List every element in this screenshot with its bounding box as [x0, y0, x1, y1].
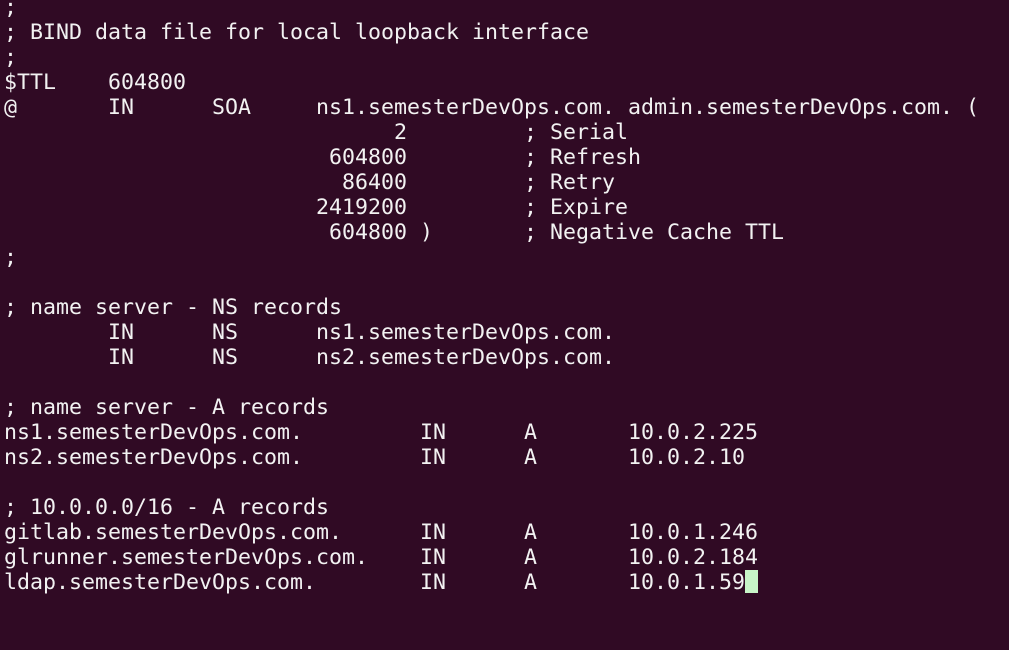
soa-record-line: @ IN SOA ns1.semesterDevOps.com. admin.s… — [4, 95, 980, 120]
section-comment-ns-records: ; name server - NS records — [4, 295, 343, 320]
ns-record-line: IN NS ns1.semesterDevOps.com. — [4, 320, 616, 345]
a-record-line: ns2.semesterDevOps.com. IN A 10.0.2.10 — [4, 445, 746, 470]
section-comment-subnet-a-records: ; 10.0.0.0/16 - A records — [4, 495, 330, 520]
comment-line: ; — [4, 245, 18, 270]
comment-line: ; — [4, 0, 18, 20]
a-record-line-current: ldap.semesterDevOps.com. IN A 10.0.1.59 — [4, 570, 979, 595]
ns-record-line: IN NS ns2.semesterDevOps.com. — [4, 345, 616, 370]
soa-retry-line: 86400 ; Retry — [4, 170, 616, 195]
soa-refresh-line: 604800 ; Refresh — [4, 145, 642, 170]
comment-line: ; — [4, 45, 18, 70]
soa-expire-line: 2419200 ; Expire — [4, 195, 629, 220]
a-record-text: ldap.semesterDevOps.com. IN A 10.0.1.59 — [4, 570, 746, 595]
editor-text-area[interactable]: ; ; BIND data file for local loopback in… — [4, 0, 979, 595]
ttl-directive-line: $TTL 604800 — [4, 70, 187, 95]
a-record-line: gitlab.semesterDevOps.com. IN A 10.0.1.2… — [4, 520, 759, 545]
soa-serial-line: 2 ; Serial — [4, 120, 629, 145]
text-cursor — [745, 570, 759, 593]
a-record-line: ns1.semesterDevOps.com. IN A 10.0.2.225 — [4, 420, 759, 445]
section-comment-ns-a-records: ; name server - A records — [4, 395, 330, 420]
soa-negative-cache-line: 604800 ) ; Negative Cache TTL — [4, 220, 785, 245]
comment-line: ; BIND data file for local loopback inte… — [4, 20, 590, 45]
terminal-window[interactable]: ; ; BIND data file for local loopback in… — [0, 0, 1009, 650]
a-record-line: glrunner.semesterDevOps.com. IN A 10.0.2… — [4, 545, 759, 570]
